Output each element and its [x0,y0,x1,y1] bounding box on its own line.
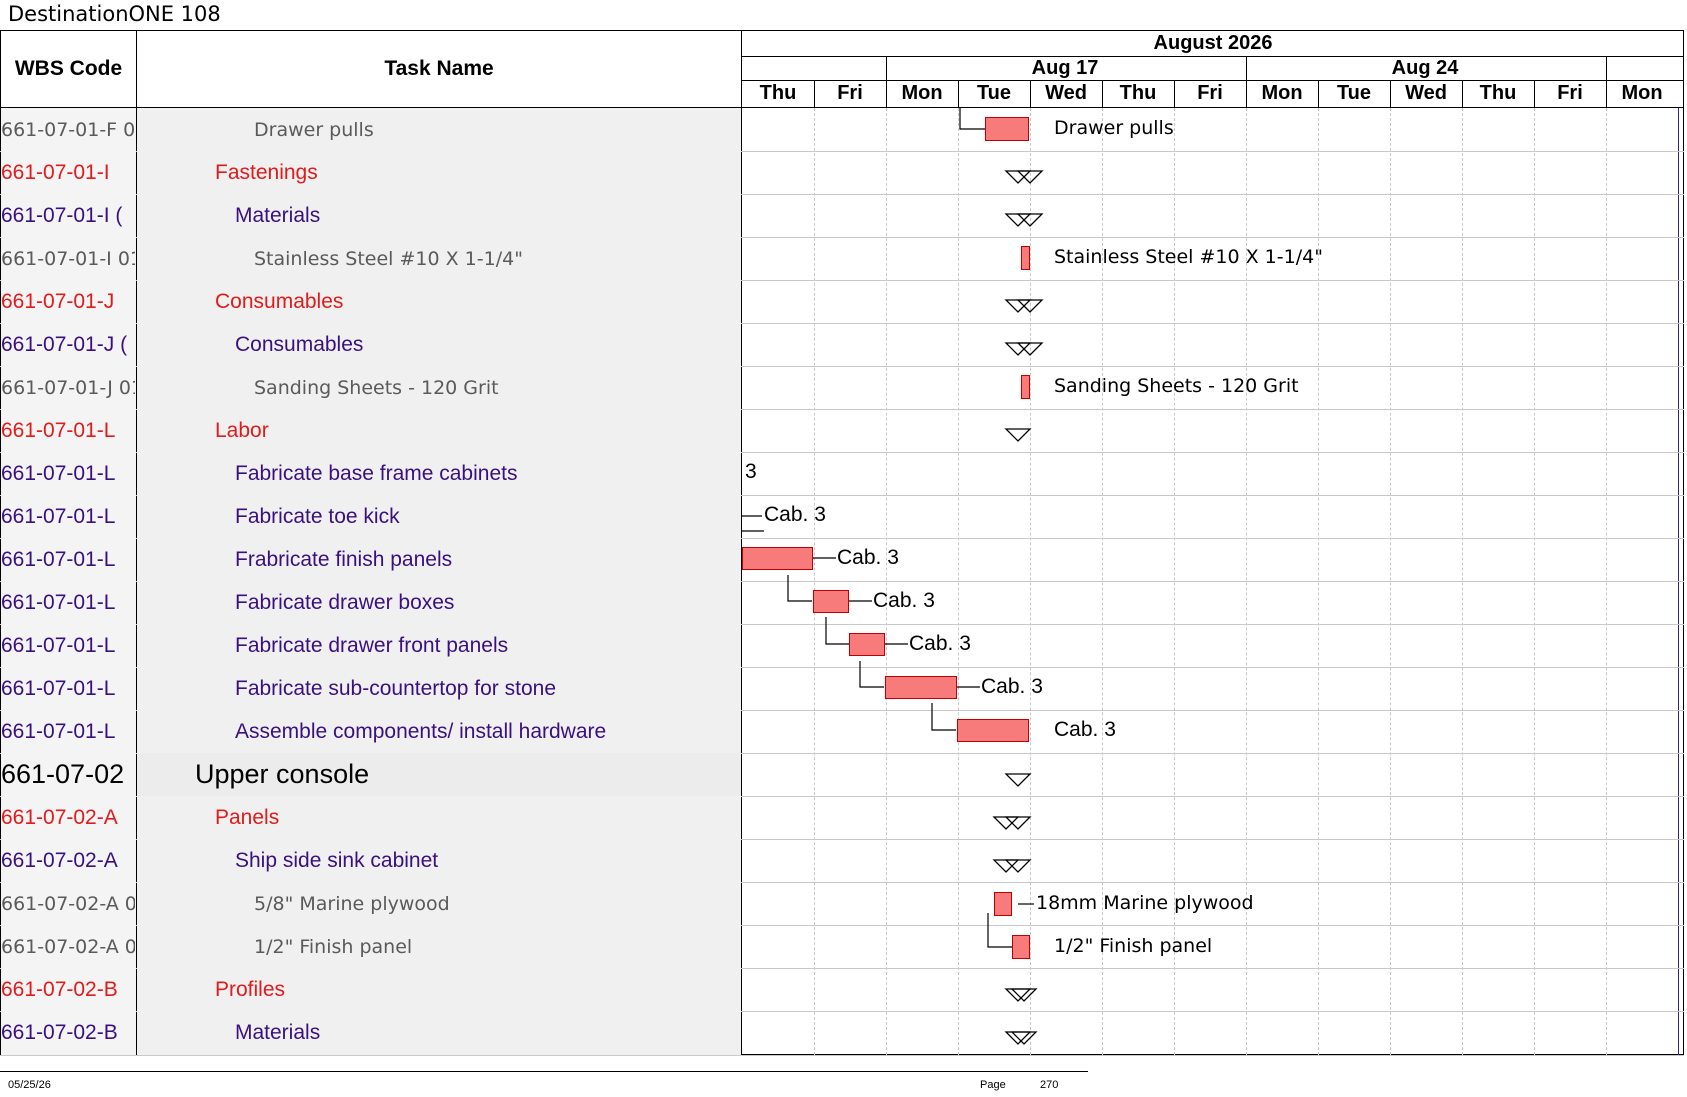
gantt-label-drawer-front: Cab. 3 [909,632,971,655]
gantt-label-toe-kick: Cab. 3 [764,503,826,526]
summary-marker [1004,859,1032,873]
footer-page-label: Page [980,1079,1006,1091]
gantt-label-marine-plywood: 18mm Marine plywood [1036,892,1254,914]
dependency-line [959,108,985,130]
footer-divider [0,1071,1088,1072]
gantt-label-base-frame: 3 [745,460,757,483]
gantt-label-finish-panels: Cab. 3 [837,546,899,569]
dependency-line [825,617,850,645]
footer-date: 05/25/26 [8,1079,51,1091]
gantt-bar-sub-countertop[interactable] [885,676,957,699]
gantt-bar-sanding-sheets[interactable] [1021,375,1030,399]
summary-marker [992,859,1020,873]
gantt-label-sanding: Sanding Sheets - 120 Grit [1054,375,1299,397]
gantt-bar-marine-plywood[interactable] [994,892,1012,916]
gantt-bar-finish-panel[interactable] [1012,935,1030,959]
gantt-bar-finish-panels[interactable] [742,547,813,570]
footer-page-number: 270 [1040,1079,1059,1091]
summary-marker [1016,342,1044,356]
summary-marker [1004,213,1032,227]
summary-marker [1016,299,1044,313]
gantt-bar-assemble[interactable] [957,719,1029,742]
gantt-bar-drawer-pulls[interactable] [985,117,1029,141]
summary-marker [1004,428,1032,442]
summary-marker [1016,170,1044,184]
gantt-bar-drawer-front-panels[interactable] [849,633,885,656]
gantt-label-sub-countertop: Cab. 3 [981,675,1043,698]
gantt-label-finish-panel: 1/2" Finish panel [1054,935,1213,957]
summary-marker [1004,299,1032,313]
summary-marker [1004,342,1032,356]
gantt-label-stainless: Stainless Steel #10 X 1-1/4" [1054,246,1323,268]
summary-marker [1004,773,1032,787]
summary-marker [992,816,1020,830]
summary-marker [1016,213,1044,227]
summary-marker [1004,170,1032,184]
gantt-label-assemble: Cab. 3 [1054,718,1116,741]
dependency-line [987,913,1012,948]
gantt-bar-stainless-steel[interactable] [1021,246,1030,270]
gantt-label-drawer-pulls: Drawer pulls [1054,117,1174,139]
gantt-label-drawer-boxes: Cab. 3 [873,589,935,612]
summary-marker [1004,816,1032,830]
dependency-line [859,661,884,688]
dependency-line [787,575,812,602]
dependency-line [931,703,956,731]
gantt-bar-drawer-boxes[interactable] [813,590,849,613]
